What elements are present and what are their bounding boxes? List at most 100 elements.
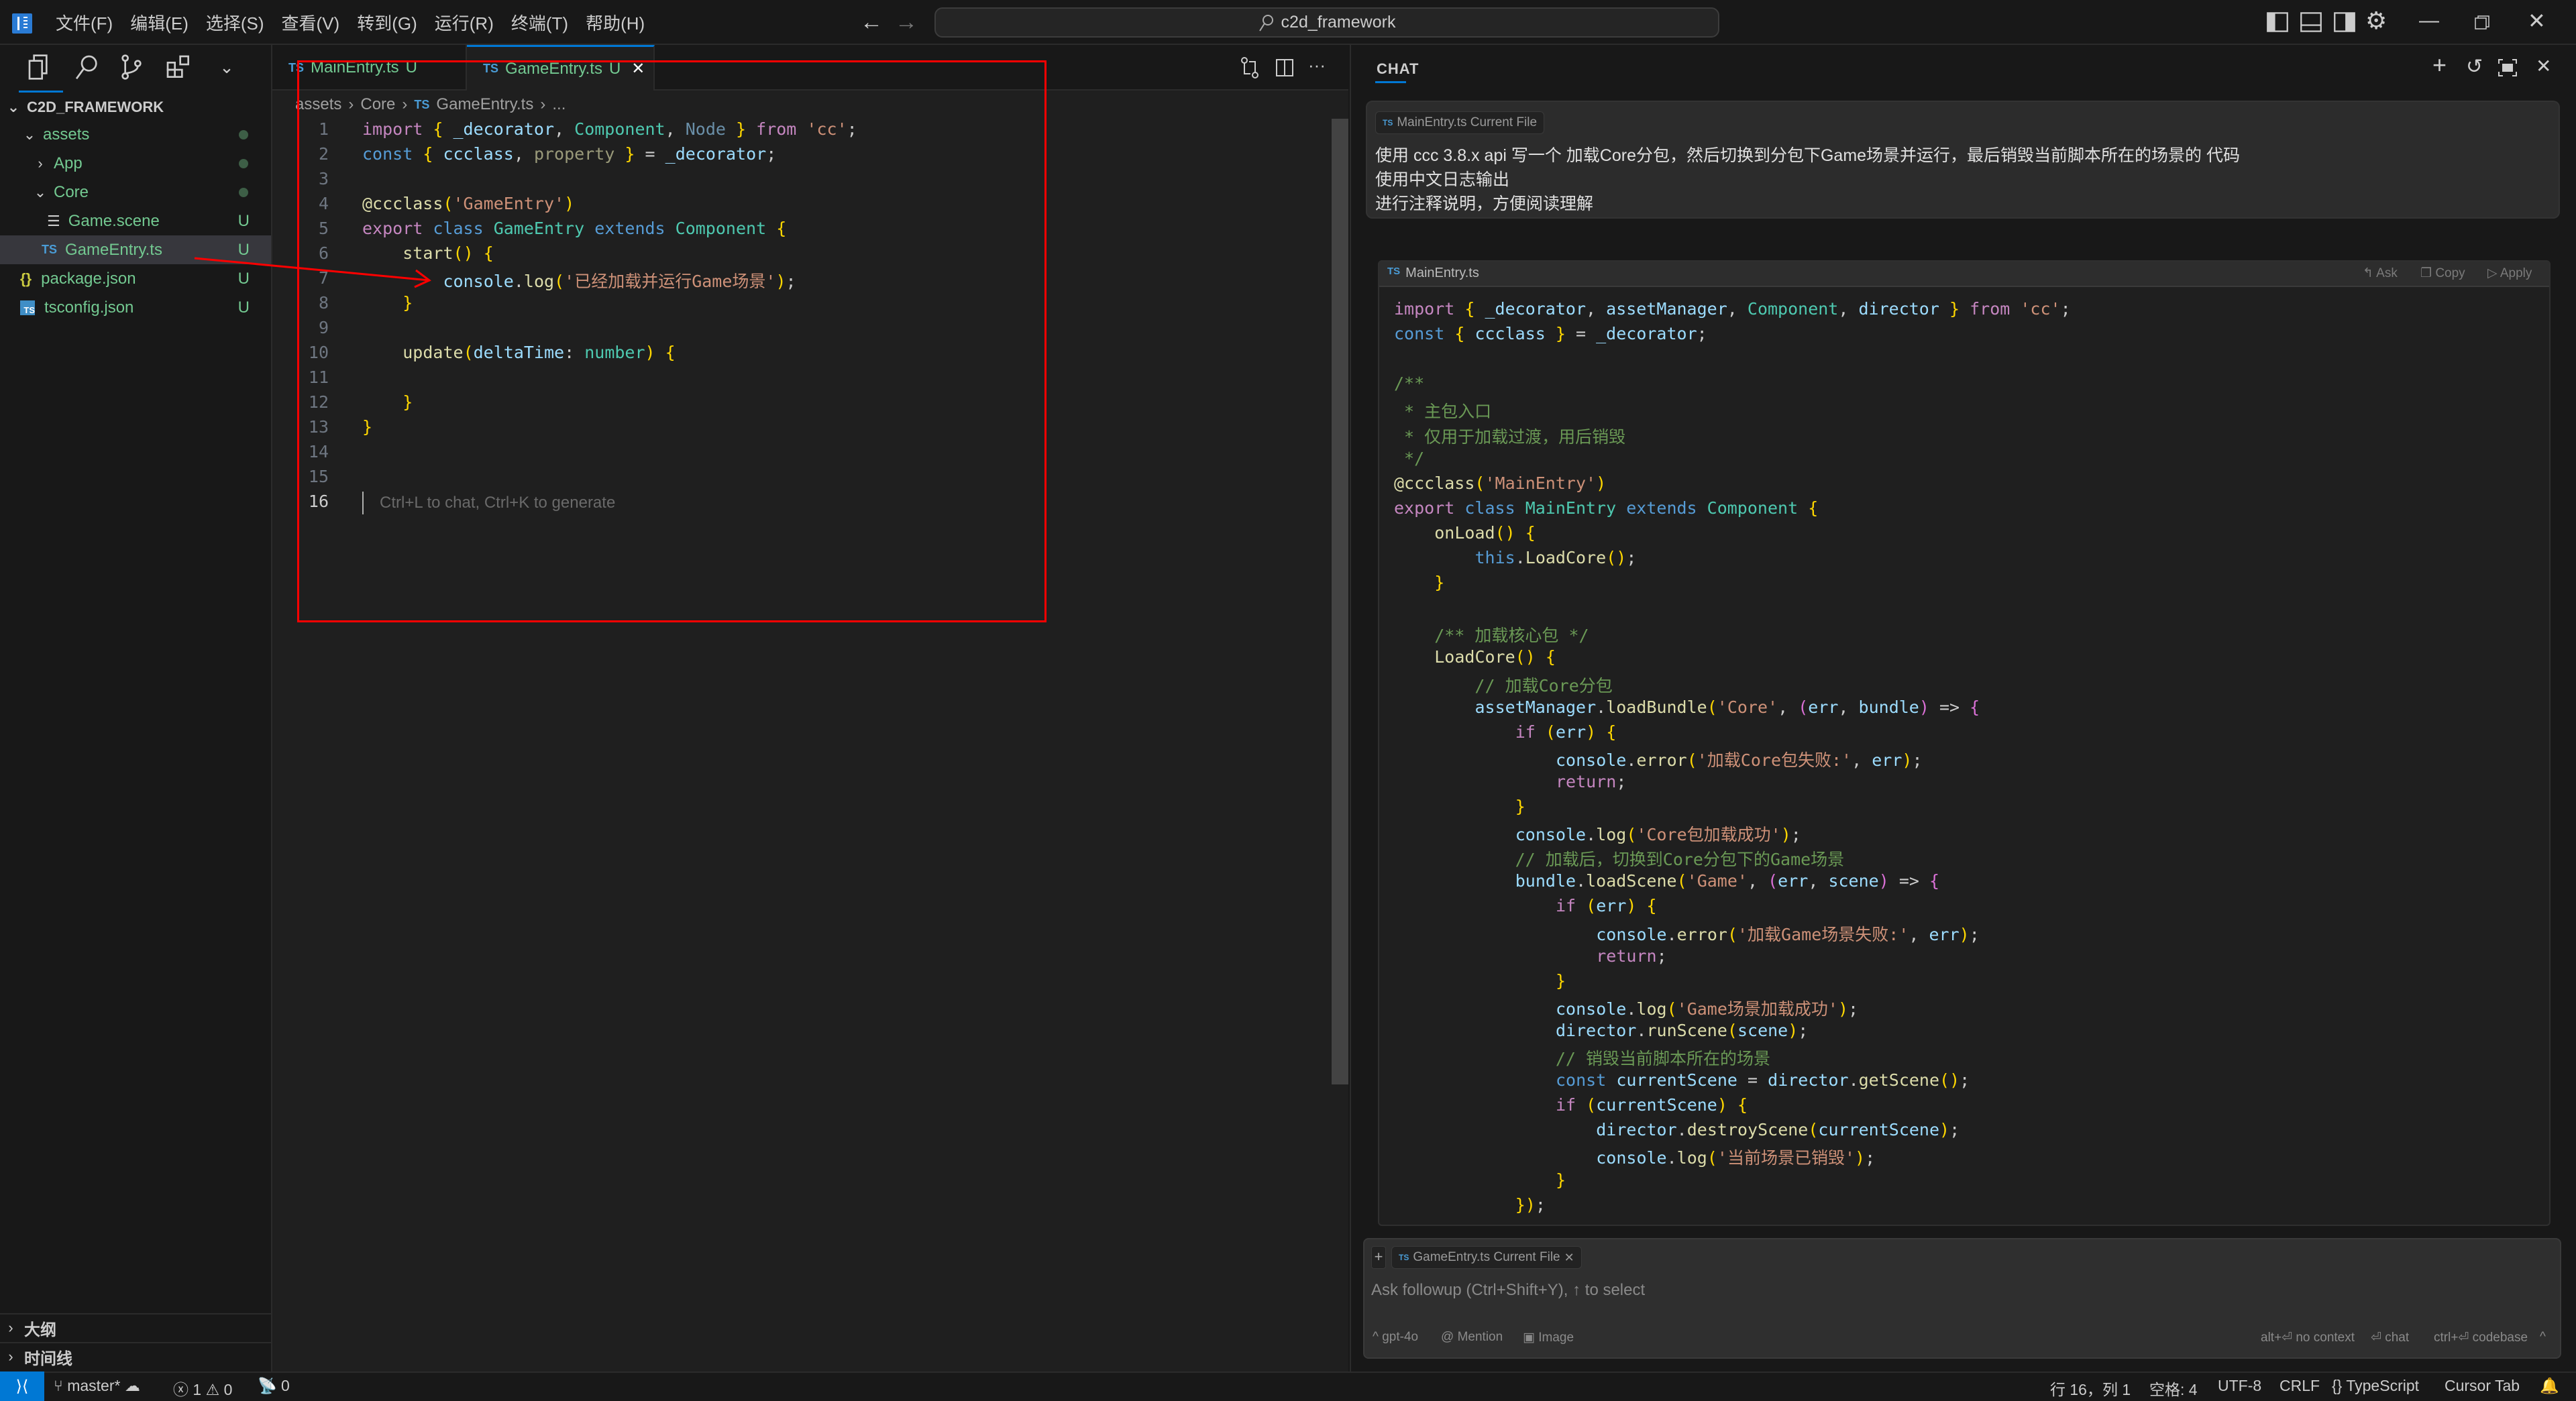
tree-item-app[interactable]: › App xyxy=(0,149,271,178)
code-line[interactable]: 4 @ccclass('GameEntry') xyxy=(282,194,574,219)
remove-context-icon[interactable]: ✕ xyxy=(1564,1251,1574,1265)
more-actions-icon[interactable]: ··· xyxy=(1308,55,1326,76)
copy-button[interactable]: ❐ Copy xyxy=(2420,266,2465,281)
line-content: @ccclass('GameEntry') xyxy=(362,194,575,213)
remote-indicator-icon[interactable]: ⟩⟨ xyxy=(0,1371,44,1401)
history-icon[interactable]: ↺ xyxy=(2466,55,2483,78)
extensions-icon[interactable] xyxy=(165,54,192,80)
code-line[interactable]: 3 xyxy=(282,169,329,194)
cursor-tab-status[interactable]: Cursor Tab xyxy=(2445,1377,2520,1395)
close-window-icon[interactable]: ✕ xyxy=(2528,8,2546,34)
tab-mainentry-ts[interactable]: TS MainEntry.ts U xyxy=(272,45,467,91)
code-line[interactable]: 9 xyxy=(282,318,329,343)
breadcrumb-item[interactable]: assets xyxy=(295,95,341,114)
tree-item-tsconfig-json[interactable]: TS tsconfig.json U xyxy=(0,293,271,322)
breadcrumb-item[interactable]: Core xyxy=(360,95,395,114)
add-context-button[interactable]: + xyxy=(1371,1246,1386,1269)
menu-file[interactable]: 文件(F) xyxy=(47,10,121,35)
chevron-right-icon: › xyxy=(348,95,354,113)
restore-icon[interactable] xyxy=(2474,15,2490,31)
code-line[interactable]: 2 const { ccclass, property } = _decorato… xyxy=(282,144,776,169)
code-line[interactable]: 6 start() { xyxy=(282,243,494,268)
menu-terminal[interactable]: 终端(T) xyxy=(502,10,577,35)
image-button[interactable]: ▣ Image xyxy=(1523,1330,1574,1345)
settings-gear-icon[interactable]: ⚙ xyxy=(2365,7,2387,35)
forward-arrow-icon[interactable]: → xyxy=(895,9,918,36)
timeline-section[interactable]: › 时间线 xyxy=(0,1342,271,1370)
no-context-hint[interactable]: alt+⏎ no context xyxy=(2261,1330,2355,1345)
mention-button[interactable]: @ Mention xyxy=(1441,1330,1503,1345)
code-line[interactable]: 11 xyxy=(282,368,329,392)
context-pill[interactable]: TS MainEntry.ts Current File xyxy=(1375,111,1545,134)
split-editor-icon[interactable] xyxy=(1276,59,1293,76)
tab-gameentry-ts[interactable]: TS GameEntry.ts U ✕ xyxy=(467,45,655,91)
code-line[interactable]: 10 update(deltaTime: number) { xyxy=(282,343,676,368)
notifications-bell-icon[interactable]: 🔔 xyxy=(2540,1377,2559,1395)
menu-help[interactable]: 帮助(H) xyxy=(577,10,653,35)
toggle-primary-sidebar-icon[interactable] xyxy=(2266,11,2289,34)
problems-status[interactable]: ⓧ 1 ⚠ 0 xyxy=(173,1377,232,1400)
code-line[interactable]: 12 } xyxy=(282,392,413,417)
code-line[interactable]: 7 console.log('已经加载并运行Game场景'); xyxy=(282,268,796,293)
back-arrow-icon[interactable]: ← xyxy=(860,9,883,36)
explorer-root[interactable]: ⌄ C2D_FRAMEWORK xyxy=(0,93,271,121)
branch-status[interactable]: ⑂ master* ☁ xyxy=(54,1377,140,1395)
code-line[interactable]: 14 xyxy=(282,442,329,467)
menu-view[interactable]: 查看(V) xyxy=(273,10,349,35)
code-line[interactable]: 16 Ctrl+L to chat, Ctrl+K to generate xyxy=(282,492,615,516)
chat-hint[interactable]: ⏎ chat xyxy=(2371,1330,2409,1345)
outline-section[interactable]: › 大纲 xyxy=(0,1313,271,1341)
ports-status[interactable]: 📡 0 xyxy=(258,1377,290,1395)
menu-run[interactable]: 运行(R) xyxy=(426,10,502,35)
code-line[interactable]: 15 xyxy=(282,467,329,492)
line-ending[interactable]: CRLF xyxy=(2279,1377,2320,1395)
line-number: 3 xyxy=(318,169,329,188)
indentation[interactable]: 空格: 4 xyxy=(2149,1377,2198,1400)
breadcrumb-item[interactable]: ... xyxy=(552,95,566,114)
command-center-search[interactable]: c2d_framework xyxy=(934,7,1719,38)
menu-edit[interactable]: 编辑(E) xyxy=(121,10,197,35)
tree-item-package-json[interactable]: {} package.json U xyxy=(0,264,271,293)
current-file-pill[interactable]: TS GameEntry.ts Current File ✕ xyxy=(1391,1246,1582,1269)
cursor-position[interactable]: 行 16，列 1 xyxy=(2050,1377,2131,1400)
toggle-secondary-sidebar-icon[interactable] xyxy=(2333,11,2356,34)
chat-title[interactable]: CHAT xyxy=(1377,60,1419,78)
new-chat-icon[interactable]: + xyxy=(2432,51,2447,79)
files-icon[interactable] xyxy=(27,54,54,80)
codebase-hint[interactable]: ctrl+⏎ codebase xyxy=(2434,1330,2528,1345)
minimize-icon[interactable]: — xyxy=(2419,9,2439,32)
compare-changes-icon[interactable] xyxy=(1240,56,1260,79)
toggle-panel-icon[interactable] xyxy=(2300,11,2322,34)
chevron-up-icon[interactable]: ^ xyxy=(2540,1330,2546,1345)
chat-input-placeholder[interactable]: Ask followup (Ctrl+Shift+Y), ↑ to select xyxy=(1371,1281,1645,1300)
code-line[interactable]: 5 export class GameEntry extends Componen… xyxy=(282,219,786,243)
menu-go[interactable]: 转到(G) xyxy=(348,10,426,35)
code-line[interactable]: 1 import { _decorator, Component, Node } … xyxy=(282,119,857,144)
breadcrumb-item[interactable]: GameEntry.ts xyxy=(436,95,533,114)
code-block-line: assetManager.loadBundle('Core', (err, bu… xyxy=(1474,697,1980,717)
tree-item-gameentry-ts[interactable]: TS GameEntry.ts U xyxy=(0,235,271,264)
editor-scrollbar[interactable] xyxy=(1332,119,1348,1084)
language-mode[interactable]: {} TypeScript xyxy=(2332,1377,2419,1395)
code-line[interactable]: 8 } xyxy=(282,293,413,318)
close-chat-icon[interactable]: ✕ xyxy=(2536,55,2551,77)
code-line[interactable]: 13} xyxy=(282,417,372,442)
source-control-icon[interactable] xyxy=(118,54,145,80)
close-tab-icon[interactable]: ✕ xyxy=(631,59,645,78)
tree-item-label: assets xyxy=(43,125,90,144)
warning-count: 0 xyxy=(223,1381,233,1398)
tree-item-game-scene[interactable]: ☰ Game.scene U xyxy=(0,207,271,235)
search-icon[interactable] xyxy=(74,54,101,80)
tree-item-core[interactable]: ⌄ Core xyxy=(0,178,271,207)
chevron-down-icon[interactable]: ⌄ xyxy=(213,54,240,80)
copy-label: Copy xyxy=(2435,266,2465,280)
tree-item-assets[interactable]: ⌄ assets xyxy=(0,120,271,149)
menu-selection[interactable]: 选择(S) xyxy=(197,10,273,35)
line-content: } xyxy=(402,293,413,313)
encoding[interactable]: UTF-8 xyxy=(2218,1377,2261,1395)
ask-button[interactable]: ↰ Ask xyxy=(2363,266,2398,281)
model-selector[interactable]: ^ gpt-4o xyxy=(1373,1330,1418,1345)
git-status-badge: U xyxy=(237,298,250,317)
apply-button[interactable]: ▷ Apply xyxy=(2487,266,2532,281)
maximize-icon[interactable] xyxy=(2498,59,2517,76)
